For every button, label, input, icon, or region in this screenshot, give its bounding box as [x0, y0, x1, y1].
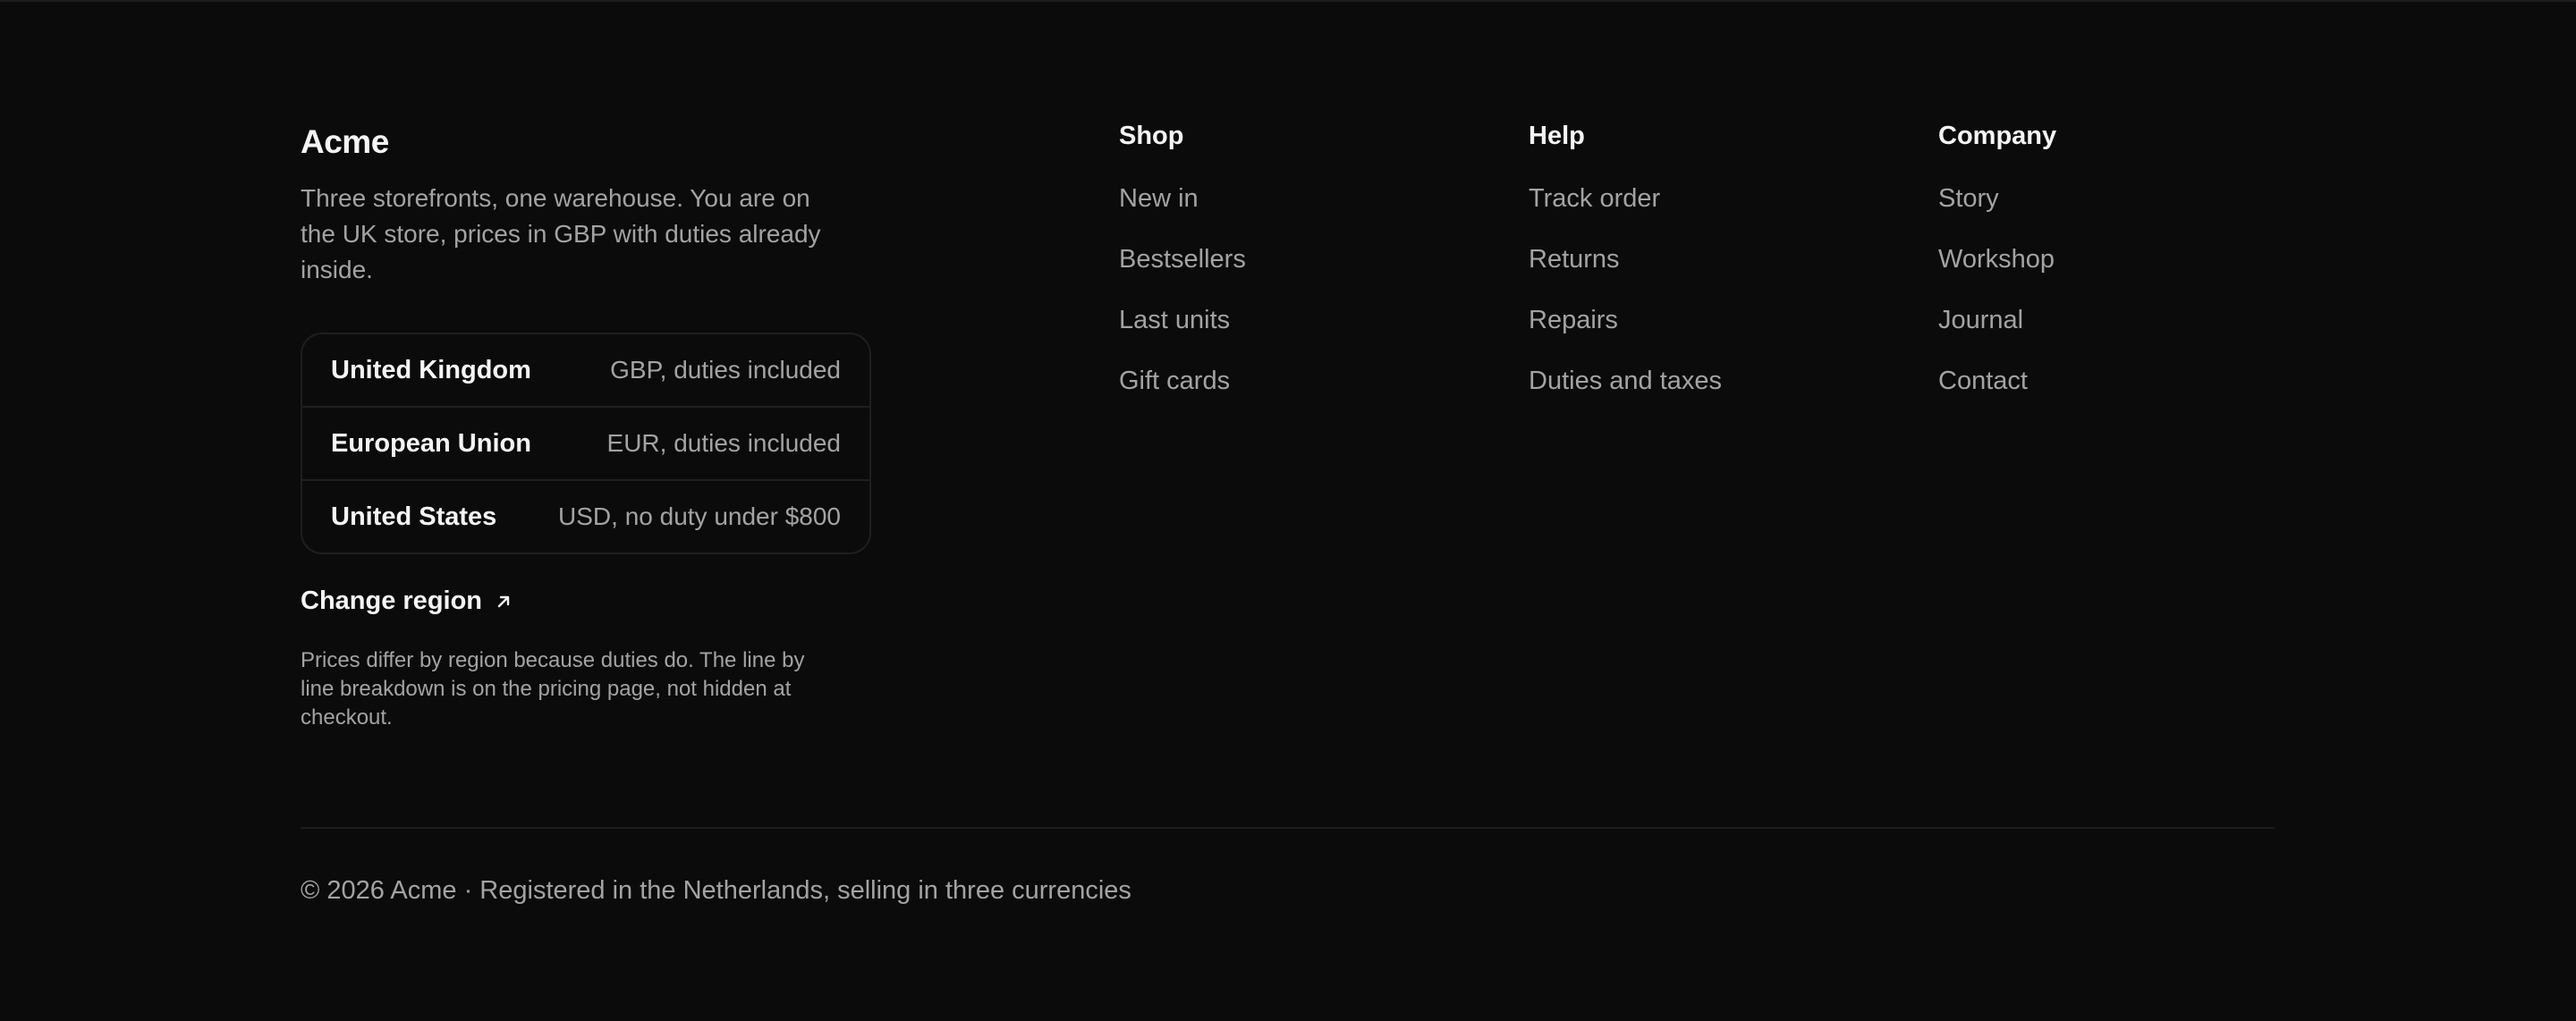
footer-divider	[301, 827, 2275, 829]
region-row-eu: European Union EUR, duties included	[302, 406, 869, 479]
change-region-label: Change region	[301, 586, 483, 615]
region-detail: USD, no duty under $800	[558, 502, 841, 530]
site-footer: Acme Three storefronts, one warehouse. Y…	[0, 0, 2576, 1021]
nav-link-workshop[interactable]: Workshop	[1938, 243, 2056, 275]
nav-link-gift-cards[interactable]: Gift cards	[1119, 365, 1246, 397]
shop-heading: Shop	[1119, 122, 1184, 150]
nav-link-bestsellers[interactable]: Bestsellers	[1119, 243, 1246, 275]
nav-link-journal[interactable]: Journal	[1938, 304, 2056, 336]
arrow-up-right-icon	[497, 595, 510, 607]
nav-link-returns[interactable]: Returns	[1529, 243, 1722, 275]
nav-link-contact[interactable]: Contact	[1938, 365, 2056, 397]
pricing-note: Prices differ by region because duties d…	[301, 648, 805, 730]
region-row-uk: United Kingdom GBP, duties included	[302, 334, 869, 406]
brand-description: Three storefronts, one warehouse. You ar…	[301, 184, 821, 283]
help-heading: Help	[1529, 122, 1585, 150]
region-row-us: United States USD, no duty under $800	[302, 479, 869, 553]
region-detail: GBP, duties included	[610, 356, 841, 384]
nav-link-duties-and-taxes[interactable]: Duties and taxes	[1529, 365, 1722, 397]
brand-column: Acme Three storefronts, one warehouse. Y…	[301, 120, 873, 732]
change-region-link[interactable]: Change region	[301, 586, 513, 616]
nav-link-new-in[interactable]: New in	[1119, 182, 1246, 215]
nav-link-repairs[interactable]: Repairs	[1529, 304, 1722, 336]
nav-link-story[interactable]: Story	[1938, 182, 2056, 215]
region-name: European Union	[331, 428, 531, 458]
region-table: United Kingdom GBP, duties included Euro…	[301, 333, 871, 554]
region-detail: EUR, duties included	[606, 429, 841, 457]
help-nav: Help Track order Returns Repairs Duties …	[1529, 120, 1722, 426]
nav-link-track-order[interactable]: Track order	[1529, 182, 1722, 215]
region-name: United States	[331, 502, 497, 531]
company-heading: Company	[1938, 122, 2057, 150]
nav-link-last-units[interactable]: Last units	[1119, 304, 1246, 336]
region-name: United Kingdom	[331, 355, 531, 384]
copyright-text: © 2026 Acme · Registered in the Netherla…	[301, 876, 1131, 905]
brand-name[interactable]: Acme	[301, 120, 873, 165]
shop-nav: Shop New in Bestsellers Last units Gift …	[1119, 120, 1246, 426]
company-nav: Company Story Workshop Journal Contact	[1938, 120, 2056, 426]
